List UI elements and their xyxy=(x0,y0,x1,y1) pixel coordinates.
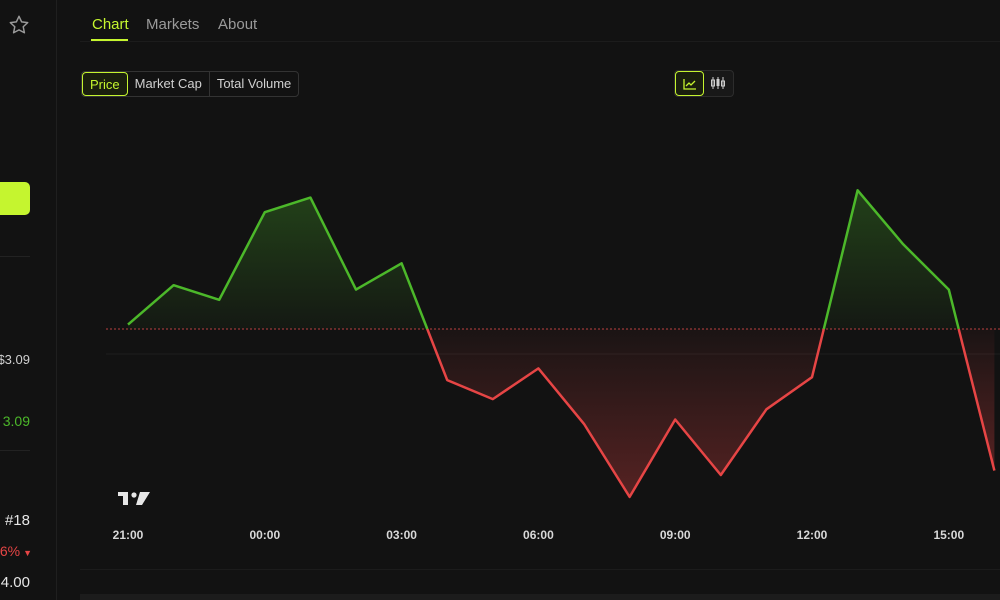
x-tick-label: 03:00 xyxy=(386,528,417,542)
x-tick-label: 09:00 xyxy=(660,528,691,542)
area-above-baseline xyxy=(823,190,959,329)
area-above-baseline xyxy=(128,197,428,329)
tradingview-logo-icon xyxy=(118,492,150,505)
x-tick-label: 12:00 xyxy=(797,528,828,542)
divider xyxy=(80,569,1000,570)
x-tick-label: 15:00 xyxy=(933,528,964,542)
x-tick-label: 21:00 xyxy=(113,528,144,542)
x-tick-label: 00:00 xyxy=(249,528,280,542)
price-chart[interactable]: 21:00 00:00 03:00 06:00 09:00 12:00 15:00 xyxy=(0,0,1000,600)
scrollbar-track[interactable] xyxy=(80,594,1000,600)
x-tick-label: 06:00 xyxy=(523,528,554,542)
